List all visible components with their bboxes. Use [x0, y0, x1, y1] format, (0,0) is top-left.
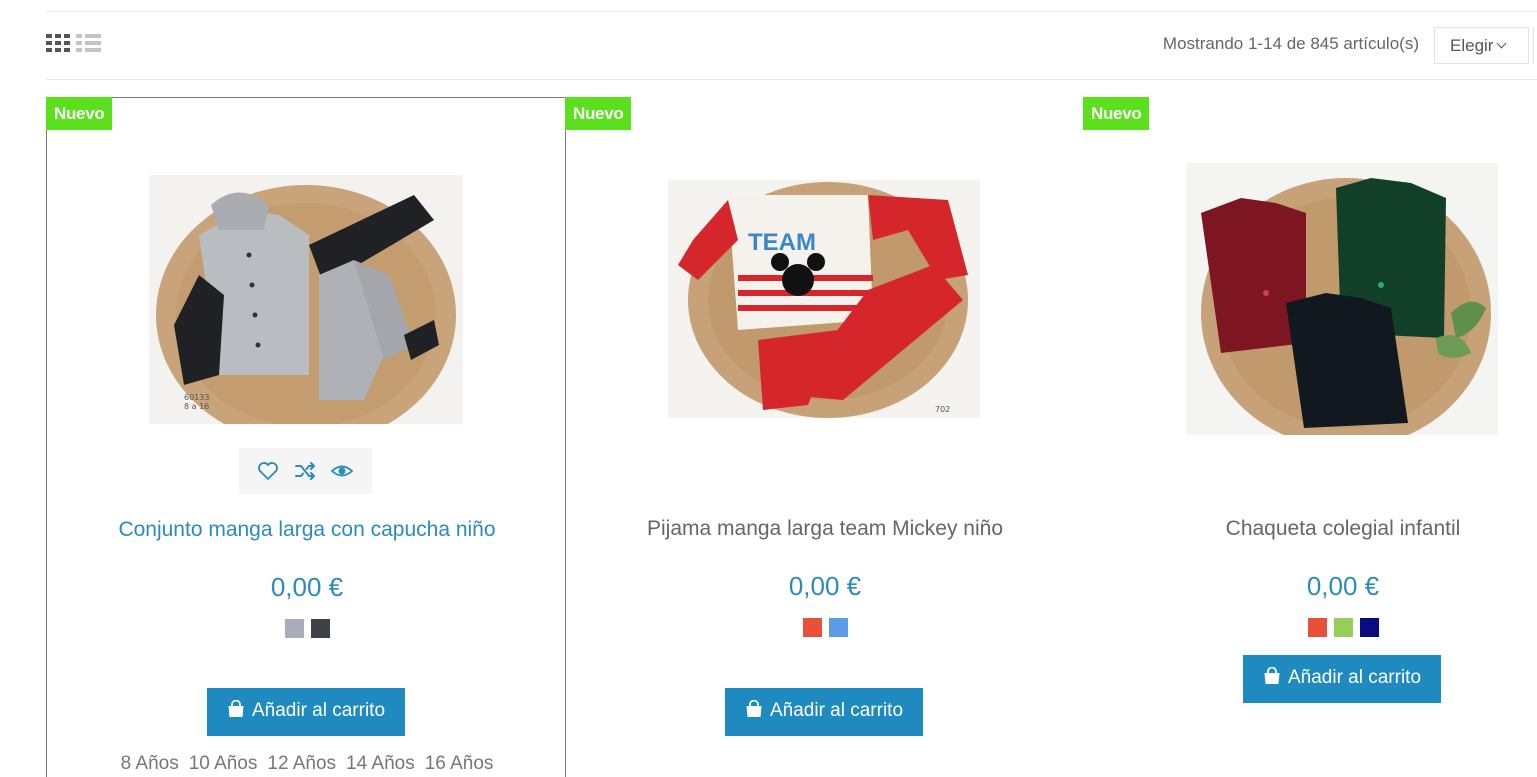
- sort-dropdown[interactable]: Elegir: [1434, 27, 1529, 64]
- cardigan-set-photo: [1186, 163, 1498, 435]
- product-image[interactable]: [1186, 163, 1498, 435]
- size-list: 8 Años 10 Años 12 Años 14 Años 16 Años: [47, 753, 567, 775]
- color-swatch[interactable]: [828, 618, 848, 637]
- product-card[interactable]: Nuevo 60133 8 a 16 Conjunto manga larga …: [46, 97, 566, 777]
- size-option[interactable]: 16 Años: [425, 753, 494, 774]
- eye-icon[interactable]: [330, 459, 354, 483]
- color-swatch[interactable]: [1307, 618, 1327, 637]
- sort-label: Elegir: [1450, 35, 1494, 55]
- product-image[interactable]: TEAM 702: [668, 180, 980, 418]
- color-swatches: [47, 619, 567, 638]
- add-to-cart-label: Añadir al carrito: [1287, 667, 1422, 688]
- shopping-bag-icon: [227, 699, 245, 724]
- color-swatches: [1083, 618, 1537, 637]
- add-to-cart-button[interactable]: Añadir al carrito: [207, 688, 405, 736]
- product-price: 0,00 €: [1306, 571, 1380, 601]
- product-title[interactable]: Pijama manga larga team Mickey niño: [565, 517, 1085, 541]
- shopping-bag-icon: [745, 699, 763, 724]
- top-divider: [46, 11, 1537, 12]
- heart-icon[interactable]: [256, 459, 280, 483]
- size-option[interactable]: 10 Años: [189, 753, 258, 774]
- photo-tag: 702: [935, 405, 951, 414]
- toolbar-edge: [1533, 27, 1537, 64]
- color-swatch[interactable]: [1359, 618, 1379, 637]
- products-toolbar: Mostrando 1-14 de 845 artículo(s) Elegir: [46, 22, 1537, 68]
- product-price: 0,00 €: [788, 571, 862, 601]
- product-title[interactable]: Conjunto manga larga con capucha niño: [47, 518, 567, 542]
- size-option[interactable]: 14 Años: [346, 753, 415, 774]
- mickey-pajama-photo: TEAM: [668, 180, 980, 418]
- color-swatches: [565, 618, 1085, 637]
- photo-tag: 60133 8 a 16: [184, 393, 210, 411]
- product-card[interactable]: Nuevo TEAM 702 Pijama manga larga team M…: [565, 97, 1085, 777]
- size-option[interactable]: 8 Años: [121, 753, 179, 774]
- size-option[interactable]: 12 Años: [267, 753, 336, 774]
- color-swatch[interactable]: [310, 619, 330, 638]
- list-view-icon[interactable]: [76, 34, 101, 52]
- color-swatch[interactable]: [802, 618, 822, 637]
- hoodie-set-photo: [149, 175, 463, 424]
- svg-text:TEAM: TEAM: [748, 229, 816, 256]
- add-to-cart-label: Añadir al carrito: [769, 700, 904, 721]
- new-badge: Nuevo: [565, 97, 632, 130]
- product-price: 0,00 €: [270, 572, 344, 602]
- add-to-cart-button[interactable]: Añadir al carrito: [725, 688, 923, 736]
- product-card[interactable]: Nuevo Chaqueta colegial infantil 0,00 € …: [1083, 97, 1537, 777]
- product-actions: [239, 448, 372, 494]
- product-image[interactable]: 60133 8 a 16: [149, 175, 463, 424]
- grid-view-icon[interactable]: [46, 34, 70, 52]
- new-badge: Nuevo: [46, 97, 113, 130]
- results-count: Mostrando 1-14 de 845 artículo(s): [1162, 34, 1419, 53]
- shopping-bag-icon: [1263, 666, 1281, 691]
- product-title[interactable]: Chaqueta colegial infantil: [1083, 517, 1537, 541]
- toolbar-divider: [46, 79, 1537, 80]
- add-to-cart-button[interactable]: Añadir al carrito: [1243, 655, 1441, 703]
- color-swatch[interactable]: [1333, 618, 1353, 637]
- shuffle-icon[interactable]: [293, 459, 317, 483]
- color-swatch[interactable]: [284, 619, 304, 638]
- add-to-cart-label: Añadir al carrito: [251, 700, 386, 721]
- new-badge: Nuevo: [1083, 97, 1150, 130]
- chevron-down-icon: [1497, 38, 1507, 48]
